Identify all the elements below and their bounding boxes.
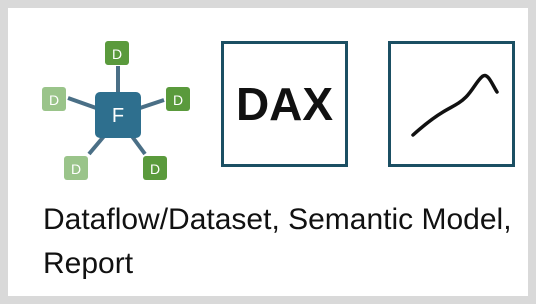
dimension-node-left-label: D — [49, 92, 59, 108]
dax-icon: DAX — [221, 41, 348, 167]
dimension-node-bottom-left-label: D — [71, 161, 81, 177]
icon-row: F D D D D D DAX — [8, 8, 528, 188]
dimension-node-bottom-right-label: D — [150, 161, 160, 177]
caption: Dataflow/Dataset, Semantic Model, Report — [43, 203, 512, 280]
fact-node-label: F — [112, 105, 124, 127]
line-chart-icon — [388, 41, 515, 167]
trend-line — [411, 73, 499, 137]
star-schema-icon: F D D D D D — [33, 36, 203, 184]
icon-card: F D D D D D DAX Dataflow/Dataset, Semant… — [0, 0, 536, 304]
star-schema-graphic: F D D D D D — [42, 41, 190, 180]
dimension-node-right-label: D — [173, 92, 183, 108]
connector-left — [67, 96, 100, 111]
connector-right — [136, 98, 165, 111]
dax-label: DAX — [235, 78, 334, 130]
line-chart-graphic — [411, 73, 499, 137]
dimension-node-top-label: D — [112, 46, 122, 62]
